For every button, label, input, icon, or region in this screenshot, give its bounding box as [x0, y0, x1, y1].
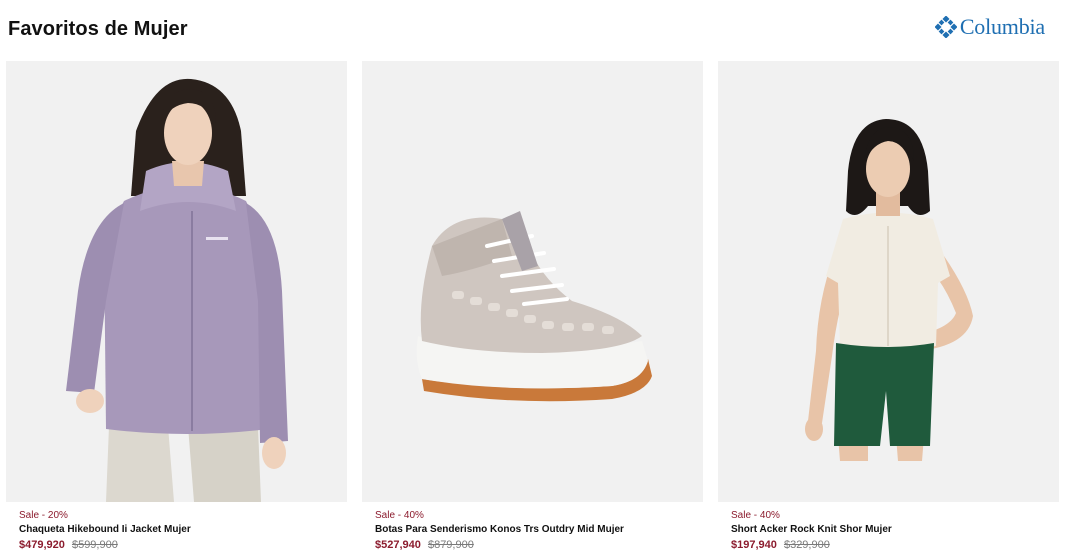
sale-badge: Sale - 40% — [731, 510, 780, 521]
sale-badge: Sale - 40% — [375, 510, 424, 521]
product-card[interactable]: Sale - 40% Short Acker Rock Knit Shor Mu… — [718, 61, 1059, 552]
product-card[interactable]: Sale - 40% Botas Para Senderismo Konos T… — [362, 61, 703, 552]
woman-shorts-illustration — [805, 119, 973, 461]
original-price: $599,900 — [71, 539, 118, 551]
original-price: $879,900 — [427, 539, 474, 551]
sale-price: $479,920 — [19, 539, 65, 551]
columbia-diamond-logo-icon — [934, 16, 957, 38]
product-image[interactable] — [718, 61, 1059, 502]
brand-logo[interactable]: Columbia — [934, 14, 1045, 40]
sale-badge: Sale - 20% — [19, 510, 68, 521]
product-name[interactable]: Botas Para Senderismo Konos Trs Outdry M… — [375, 523, 703, 536]
price-row: $527,940 $879,900 — [375, 538, 703, 552]
sale-price: $197,940 — [731, 539, 777, 551]
product-grid: Sale - 20% Chaqueta Hikebound Ii Jacket … — [6, 61, 1059, 552]
product-image[interactable] — [362, 61, 703, 502]
brand-name: Columbia — [959, 14, 1045, 39]
product-image[interactable] — [6, 61, 347, 502]
page-title: Favoritos de Mujer — [8, 18, 188, 40]
price-row: $197,940 $329,900 — [731, 538, 1059, 552]
product-card[interactable]: Sale - 20% Chaqueta Hikebound Ii Jacket … — [6, 61, 347, 552]
original-price: $329,900 — [783, 539, 830, 551]
product-name[interactable]: Short Acker Rock Knit Shor Mujer — [731, 523, 1059, 536]
woman-jacket-illustration — [66, 78, 288, 502]
product-name[interactable]: Chaqueta Hikebound Ii Jacket Mujer — [19, 523, 347, 536]
price-row: $479,920 $599,900 — [19, 538, 347, 552]
hiking-boot-illustration — [416, 211, 652, 402]
sale-price: $527,940 — [375, 539, 421, 551]
